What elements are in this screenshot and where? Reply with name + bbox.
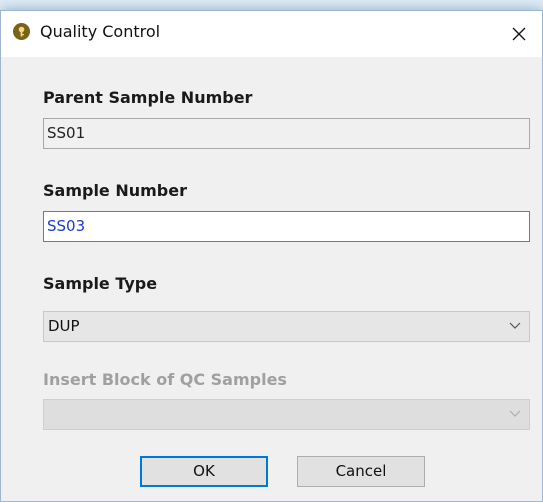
chevron-down-icon: [509, 410, 521, 417]
ok-button[interactable]: OK: [140, 456, 268, 487]
sample-number-input[interactable]: SS03: [43, 211, 530, 242]
title-bar: Quality Control: [1, 11, 542, 57]
key-icon: [13, 23, 30, 40]
insert-block-label: Insert Block of QC Samples: [43, 370, 287, 389]
chevron-down-icon: [509, 322, 521, 329]
quality-control-dialog: Quality Control Parent Sample Number SS0…: [0, 10, 543, 502]
parent-sample-number-label: Parent Sample Number: [43, 88, 253, 107]
sample-number-value: SS03: [47, 217, 86, 235]
parent-sample-number-field: SS01: [43, 118, 530, 149]
sample-type-label: Sample Type: [43, 274, 158, 293]
close-icon: [512, 27, 526, 41]
insert-block-select: [43, 399, 530, 430]
cancel-button[interactable]: Cancel: [297, 456, 425, 487]
window-title: Quality Control: [40, 22, 161, 41]
sample-number-label: Sample Number: [43, 181, 187, 200]
sample-type-select[interactable]: DUP: [43, 311, 530, 342]
close-button[interactable]: [496, 11, 542, 57]
sample-type-selected: DUP: [48, 317, 80, 335]
